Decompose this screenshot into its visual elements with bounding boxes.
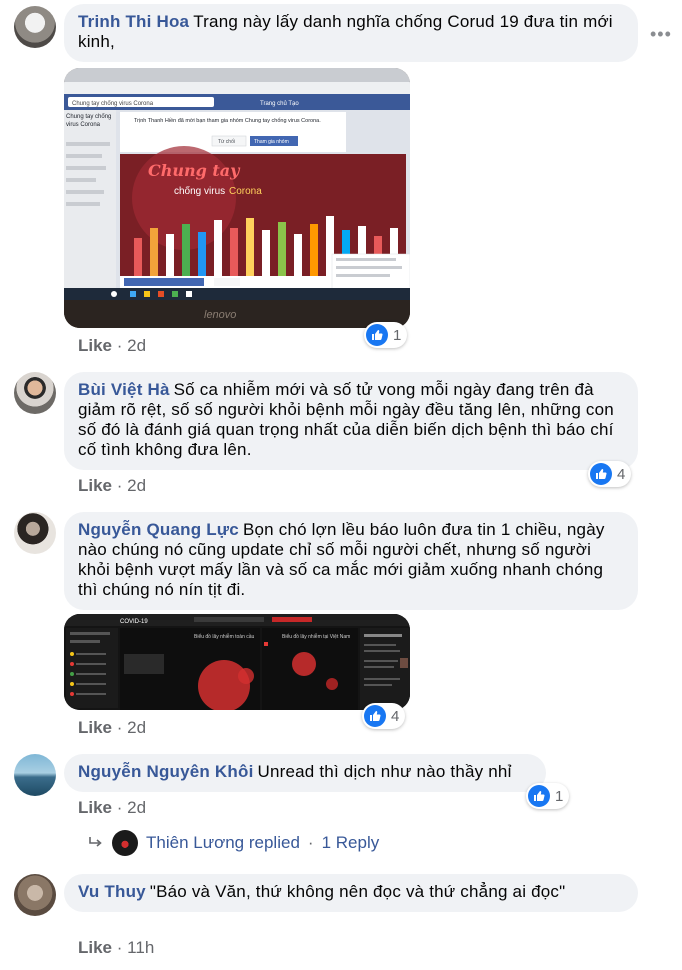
replies-link[interactable]: Thiên Lương replied · 1 Reply xyxy=(88,830,379,856)
comment-meta: Like · 2d xyxy=(78,718,146,738)
comment-bubble: Vu Thuy "Báo và Văn, thứ không nên đọc và… xyxy=(64,874,638,912)
avatar[interactable] xyxy=(14,874,56,916)
like-button[interactable]: Like xyxy=(78,938,112,957)
comment-meta: Like · 2d xyxy=(78,336,146,356)
comment-bubble: Trinh Thi Hoa Trang này lấy danh nghĩa ch… xyxy=(64,4,638,62)
sidebar-group-name-2: virus Corona xyxy=(66,122,101,128)
reply-separator: · xyxy=(307,833,314,852)
like-reaction-icon xyxy=(590,463,612,485)
comment-time[interactable]: 11h xyxy=(127,938,154,957)
comment-text: Unread thì dịch như nào thầy nhỉ xyxy=(257,762,512,781)
like-button[interactable]: Like xyxy=(78,718,112,737)
more-options-icon[interactable]: ••• xyxy=(650,24,672,45)
avatar[interactable] xyxy=(112,830,138,856)
search-text: Chung tay chống virus Corona xyxy=(72,101,154,107)
reaction-number: 4 xyxy=(391,707,400,725)
comment-text: "Báo và Văn, thứ không nên đọc và thứ ch… xyxy=(149,882,566,901)
banner-subtitle-a: chống virus xyxy=(174,185,225,197)
comment-author[interactable]: Vu Thuy xyxy=(78,882,146,901)
comment-bubble: Nguyễn Quang Lực Bọn chó lợn lều báo luôn… xyxy=(64,512,638,610)
covid-dashboard-screenshot: COVID-19 Biểu đồ lây nhiễm toàn cầu Biểu… xyxy=(64,614,410,710)
meta-separator: · xyxy=(116,476,123,495)
like-reaction-icon xyxy=(528,785,550,807)
laptop-brand: lenovo xyxy=(204,309,236,321)
comment-time[interactable]: 2d xyxy=(127,476,146,495)
dashboard-title: COVID-19 xyxy=(120,619,148,625)
comment-image[interactable]: COVID-19 Biểu đồ lây nhiễm toàn cầu Biểu… xyxy=(64,614,410,710)
avatar[interactable] xyxy=(14,512,56,554)
laptop-screenshot: Chung tay chống virus Corona Trang chủ T… xyxy=(64,68,410,328)
meta-separator: · xyxy=(116,938,123,957)
map1-title: Biểu đồ lây nhiễm toàn cầu xyxy=(194,633,255,640)
reaction-count[interactable]: 1 xyxy=(364,322,408,348)
comment-author[interactable]: Nguyễn Nguyên Khôi xyxy=(78,762,254,781)
comment-time[interactable]: 2d xyxy=(127,798,146,817)
banner-subtitle-b: Corona xyxy=(229,186,262,197)
like-button[interactable]: Like xyxy=(78,476,112,495)
reaction-count[interactable]: 4 xyxy=(362,703,406,729)
comment-meta: Like · 2d xyxy=(78,476,146,496)
avatar[interactable] xyxy=(14,6,56,48)
topbar-label: Trang chủ Tạo xyxy=(260,100,299,107)
comment-author[interactable]: Nguyễn Quang Lực xyxy=(78,520,239,539)
map2-title: Biểu đồ lây nhiễm tại Việt Nam xyxy=(282,633,350,640)
like-reaction-icon xyxy=(366,324,388,346)
avatar[interactable] xyxy=(14,372,56,414)
like-button[interactable]: Like xyxy=(78,336,112,355)
join-button: Tham gia nhóm xyxy=(254,139,289,145)
reaction-count[interactable]: 1 xyxy=(526,783,570,809)
reply-author[interactable]: Thiên Lương replied xyxy=(146,833,300,853)
banner-title: Chung tay xyxy=(148,161,241,180)
reaction-number: 1 xyxy=(393,326,402,344)
reply-arrow-icon xyxy=(89,837,102,847)
invite-text: Trịnh Thanh Hiền đã mời bạn tham gia nhó… xyxy=(134,118,321,124)
reaction-count[interactable]: 4 xyxy=(588,461,632,487)
comment-bubble: Bùi Việt Hà Số ca nhiễm mới và số tử vong… xyxy=(64,372,638,470)
meta-separator: · xyxy=(116,718,123,737)
avatar[interactable] xyxy=(14,754,56,796)
comment-author[interactable]: Bùi Việt Hà xyxy=(78,380,170,399)
sidebar-group-name: Chung tay chống xyxy=(66,114,111,120)
comment-meta: Like · 11h xyxy=(78,938,154,958)
comment-time[interactable]: 2d xyxy=(127,336,146,355)
meta-separator: · xyxy=(116,798,123,817)
reaction-number: 4 xyxy=(617,465,626,483)
like-button[interactable]: Like xyxy=(78,798,112,817)
comment-meta: Like · 2d xyxy=(78,798,146,818)
comment-image[interactable]: Chung tay chống virus Corona Trang chủ T… xyxy=(64,68,410,328)
comment-author[interactable]: Trinh Thi Hoa xyxy=(78,12,189,31)
like-reaction-icon xyxy=(364,705,386,727)
comment-time[interactable]: 2d xyxy=(127,718,146,737)
decline-button: Từ chối xyxy=(218,139,235,145)
meta-separator: · xyxy=(116,336,123,355)
comment-bubble: Nguyễn Nguyên Khôi Unread thì dịch như nà… xyxy=(64,754,546,792)
reaction-number: 1 xyxy=(555,787,564,805)
reply-count[interactable]: 1 Reply xyxy=(322,833,380,853)
